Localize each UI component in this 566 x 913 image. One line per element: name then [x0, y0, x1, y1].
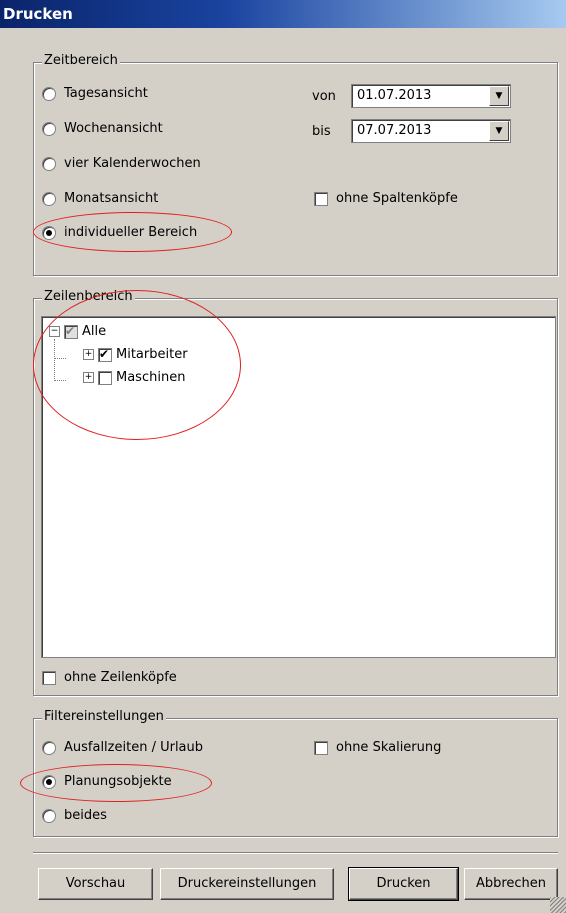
checkbox-box — [314, 191, 328, 206]
radio-dot-selected — [42, 774, 56, 789]
radio-beides[interactable]: beides — [42, 808, 107, 823]
expand-icon[interactable]: + — [83, 349, 94, 360]
dropdown-arrow-icon[interactable]: ▼ — [489, 121, 509, 141]
zeilenbereich-legend: Zeilenbereich — [42, 289, 135, 304]
tree-connector — [54, 380, 66, 381]
radio-ausfallzeiten-urlaub[interactable]: Ausfallzeiten / Urlaub — [42, 740, 203, 755]
filter-legend: Filtereinstellungen — [42, 709, 166, 724]
von-date-value: 01.07.2013 — [357, 88, 432, 103]
ohne-spaltenkoepfe-checkbox[interactable]: ohne Spaltenköpfe — [314, 191, 458, 206]
checkbox-box — [314, 740, 328, 755]
checkbox-box-greyed — [64, 324, 78, 339]
radio-label: Ausfallzeiten / Urlaub — [64, 740, 204, 755]
radio-vier-kalenderwochen[interactable]: vier Kalenderwochen — [42, 156, 201, 171]
bis-date-value: 07.07.2013 — [357, 123, 432, 138]
radio-planungsobjekte[interactable]: Planungsobjekte — [42, 774, 172, 789]
checkbox-box-checked — [98, 347, 112, 362]
tree-node-label: Mitarbeiter — [116, 347, 188, 362]
radio-monatsansicht[interactable]: Monatsansicht — [42, 191, 158, 206]
checkbox-box — [98, 370, 112, 385]
radio-dot — [42, 191, 56, 206]
radio-label: beides — [64, 808, 107, 823]
tree-node-label: Alle — [82, 324, 107, 339]
dropdown-arrow-icon[interactable]: ▼ — [489, 86, 509, 106]
tree-checkbox[interactable] — [64, 324, 78, 339]
radio-label: Wochenansicht — [64, 121, 163, 136]
radio-dot — [42, 86, 56, 101]
tree-node-mitarbeiter[interactable]: + Mitarbeiter — [83, 347, 188, 362]
checkbox-box — [42, 670, 56, 685]
tree-node-alle[interactable]: − Alle — [49, 324, 106, 339]
expand-icon[interactable]: + — [83, 372, 94, 383]
tree-node-label: Maschinen — [116, 370, 186, 385]
collapse-icon[interactable]: − — [49, 326, 60, 337]
druckereinstellungen-button[interactable]: Druckereinstellungen — [160, 868, 334, 900]
checkbox-label: ohne Spaltenköpfe — [336, 191, 458, 206]
radio-wochenansicht[interactable]: Wochenansicht — [42, 121, 163, 136]
radio-label: Monatsansicht — [64, 191, 159, 206]
abbrechen-button[interactable]: Abbrechen — [464, 868, 558, 900]
ohne-zeilenkoepfe-checkbox[interactable]: ohne Zeilenköpfe — [42, 670, 177, 685]
radio-dot — [42, 740, 56, 755]
radio-individueller-bereich[interactable]: individueller Bereich — [42, 225, 197, 240]
print-dialog: Drucken Zeitbereich Tagesansicht Wochena… — [0, 0, 566, 913]
tree-node-maschinen[interactable]: + Maschinen — [83, 370, 185, 385]
vorschau-button[interactable]: Vorschau — [38, 868, 153, 900]
radio-dot — [42, 808, 56, 823]
radio-label: Tagesansicht — [64, 86, 148, 101]
tree-checkbox[interactable] — [98, 347, 112, 362]
checkbox-label: ohne Skalierung — [336, 740, 442, 755]
ohne-skalierung-checkbox[interactable]: ohne Skalierung — [314, 740, 441, 755]
radio-label: individueller Bereich — [64, 225, 198, 240]
bis-date-combo[interactable]: 07.07.2013 ▼ — [351, 119, 511, 143]
von-date-combo[interactable]: 01.07.2013 ▼ — [351, 84, 511, 108]
radio-dot-selected — [42, 225, 56, 240]
tree-connector — [54, 339, 55, 381]
zeitbereich-legend: Zeitbereich — [42, 53, 120, 68]
tree-connector — [54, 358, 66, 359]
row-tree-view[interactable]: − Alle + Mitarbeiter + Maschinen — [41, 316, 556, 658]
tree-checkbox[interactable] — [98, 370, 112, 385]
resize-grip-icon[interactable] — [550, 897, 566, 913]
title-bar[interactable]: Drucken — [0, 0, 566, 28]
radio-label: vier Kalenderwochen — [64, 156, 201, 171]
von-label: von — [312, 89, 336, 104]
button-separator — [33, 852, 558, 854]
bis-label: bis — [312, 124, 331, 139]
checkbox-label: ohne Zeilenköpfe — [64, 670, 177, 685]
radio-dot — [42, 121, 56, 136]
radio-label: Planungsobjekte — [64, 774, 172, 789]
drucken-button[interactable]: Drucken — [348, 867, 459, 901]
radio-tagesansicht[interactable]: Tagesansicht — [42, 86, 148, 101]
window-title: Drucken — [3, 5, 73, 23]
radio-dot — [42, 156, 56, 171]
